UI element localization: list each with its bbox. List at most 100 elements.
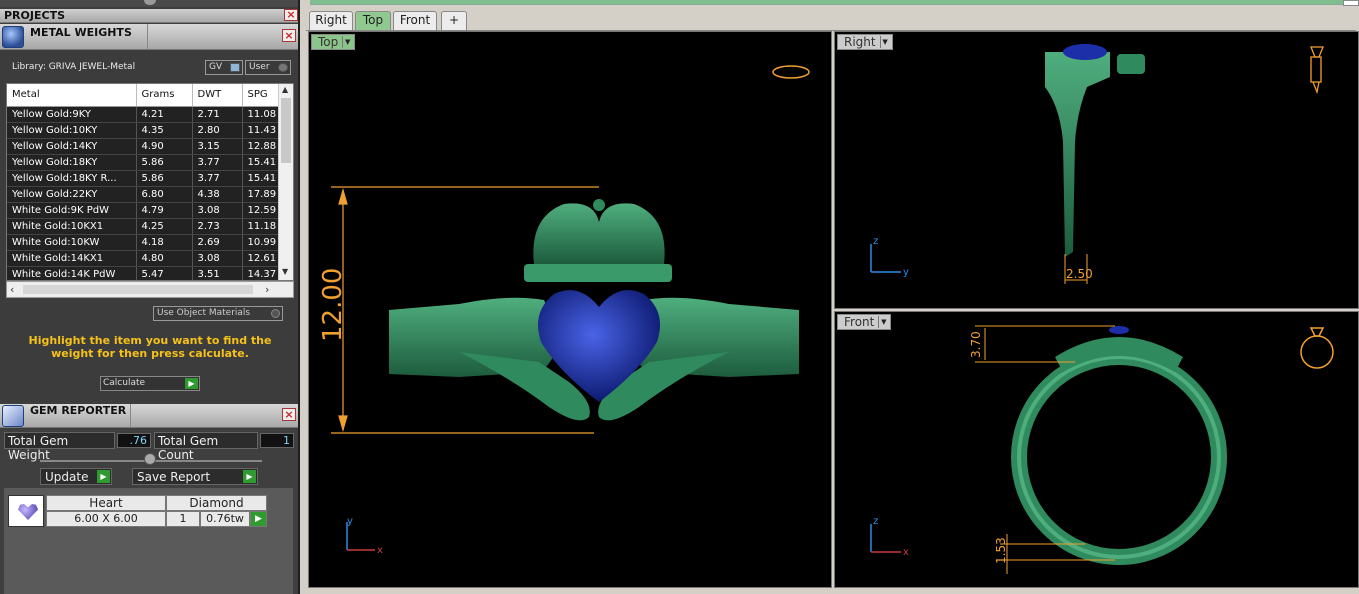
axis-indicator: z x <box>870 516 909 558</box>
table-row[interactable]: Yellow Gold:22KY 6.80 4.38 17.89 <box>7 186 283 203</box>
save-report-button[interactable]: Save Report ▶ <box>132 468 258 485</box>
spg-cell: 11.08 <box>242 106 283 123</box>
ring-front-view <box>1011 326 1227 565</box>
axis-indicator: y x <box>346 516 383 556</box>
right-viewport[interactable]: Right ▼ 2.50 z y <box>834 31 1359 309</box>
shank-dimension-label: 2.50 <box>1066 267 1093 281</box>
top-viewport[interactable]: Top ▼ 12.00 y x <box>308 31 832 588</box>
user-toggle[interactable]: User <box>245 60 291 75</box>
table-header-row: Metal Grams DWT SPG <box>7 84 283 107</box>
scroll-left-icon[interactable]: ‹ <box>10 283 14 296</box>
gem-reporter-title: GEM REPORTER <box>30 404 127 417</box>
metal-weights-close-button[interactable]: × <box>282 29 296 42</box>
column-header-dwt[interactable]: DWT <box>192 84 243 107</box>
table-row[interactable]: White Gold:14K PdW 5.47 3.51 14.37 <box>7 266 283 280</box>
metal-cell: White Gold:10KW <box>7 234 137 251</box>
dwt-cell: 3.51 <box>192 266 243 280</box>
calculate-button[interactable]: Calculate ▶ <box>100 376 200 391</box>
axis-indicator: z y <box>870 236 909 278</box>
dwt-cell: 2.73 <box>192 218 243 235</box>
gem-reporter-header[interactable]: GEM REPORTER × <box>0 404 300 428</box>
table-row[interactable]: White Gold:10KW 4.18 2.69 10.99 <box>7 234 283 251</box>
gem-reporter-icon <box>2 405 24 427</box>
hscroll-thumb[interactable] <box>23 285 253 294</box>
table-row[interactable]: Yellow Gold:14KY 4.90 3.15 12.88 <box>7 138 283 155</box>
grams-cell: 5.86 <box>136 170 193 187</box>
spg-cell: 11.18 <box>242 218 283 235</box>
tab-front[interactable]: Front <box>393 11 437 30</box>
header-divider <box>147 24 148 49</box>
grams-cell: 6.80 <box>136 186 193 203</box>
play-icon: ▶ <box>97 470 110 483</box>
grams-cell: 4.80 <box>136 250 193 267</box>
svg-text:y: y <box>903 267 909 278</box>
table-row[interactable]: White Gold:14KX1 4.80 3.08 12.61 <box>7 250 283 267</box>
play-icon: ▶ <box>243 470 256 483</box>
gv-toggle-switch[interactable] <box>230 63 240 72</box>
gem-count-cell: 1 <box>166 511 200 527</box>
metal-weights-icon <box>2 26 24 48</box>
metal-weights-table[interactable]: Metal Grams DWT SPG Yellow Gold:9KY 4.21 2… <box>6 83 294 281</box>
metal-cell: White Gold:14K PdW <box>7 266 137 280</box>
scroll-thumb[interactable] <box>281 98 291 163</box>
dwt-cell: 3.77 <box>192 170 243 187</box>
gv-toggle[interactable]: GV <box>205 60 243 75</box>
window-corner <box>1343 0 1359 6</box>
gem-weight-cell: 0.76tw <box>200 511 250 527</box>
gem-slider-knob[interactable] <box>144 453 156 465</box>
table-horizontal-scrollbar[interactable]: ‹ › <box>6 281 294 298</box>
use-object-materials-switch[interactable] <box>271 309 280 318</box>
top-view-render: 12.00 y x <box>318 65 810 556</box>
gv-toggle-label: GV <box>209 62 223 72</box>
table-row[interactable]: Yellow Gold:18KY 5.86 3.77 15.41 <box>7 154 283 171</box>
dwt-cell: 3.77 <box>192 154 243 171</box>
front-viewport[interactable]: Front ▼ 3.70 1.53 z x <box>834 311 1359 588</box>
scroll-right-icon[interactable]: › <box>265 283 269 296</box>
gem-shape-header: Heart <box>46 495 166 511</box>
spg-cell: 12.61 <box>242 250 283 267</box>
tab-top[interactable]: Top <box>355 11 391 30</box>
dwt-cell: 3.08 <box>192 250 243 267</box>
height-dimension-label: 12.00 <box>318 268 348 342</box>
heart-gem-thumbnail[interactable] <box>8 495 44 527</box>
gem-size-cell: 6.00 X 6.00 <box>46 511 166 527</box>
ring-orientation-icon <box>1300 327 1334 369</box>
tab-right[interactable]: Right <box>309 11 353 30</box>
metal-cell: White Gold:10KX1 <box>7 218 137 235</box>
update-button[interactable]: Update ▶ <box>40 468 112 485</box>
projects-close-button[interactable]: × <box>284 9 298 21</box>
total-gem-count-label: Total Gem Count <box>154 432 258 462</box>
gem-reporter-close-button[interactable]: × <box>282 408 296 421</box>
play-icon: ▶ <box>185 378 198 389</box>
metal-weights-header[interactable]: METAL WEIGHTS × <box>0 24 300 50</box>
ring-orientation-icon <box>1310 46 1324 95</box>
table-row[interactable]: White Gold:10KX1 4.25 2.73 11.18 <box>7 218 283 235</box>
column-header-metal[interactable]: Metal <box>7 84 137 107</box>
metal-cell: Yellow Gold:18KY <box>7 154 137 171</box>
metal-cell: Yellow Gold:9KY <box>7 106 137 123</box>
column-header-grams[interactable]: Grams <box>136 84 193 107</box>
grams-cell: 4.79 <box>136 202 193 219</box>
bottom-dimension-label: 1.53 <box>994 537 1008 564</box>
metal-cell: White Gold:9K PdW <box>7 202 137 219</box>
user-toggle-switch[interactable] <box>278 63 288 72</box>
projects-panel-header[interactable]: PROJECTS × <box>0 9 300 23</box>
scroll-down-icon[interactable]: ▼ <box>282 267 288 276</box>
table-row[interactable]: Yellow Gold:10KY 4.35 2.80 11.43 <box>7 122 283 139</box>
table-row[interactable]: Yellow Gold:18KY R... 5.86 3.77 15.41 <box>7 170 283 187</box>
column-header-spg[interactable]: SPG <box>242 84 283 107</box>
table-row[interactable]: Yellow Gold:9KY 4.21 2.71 11.08 <box>7 106 283 123</box>
gem-row-play-icon[interactable]: ▶ <box>250 511 267 527</box>
viewport-area: Right Top Front + Top ▼ 12.00 y x Right … <box>300 0 1359 594</box>
scroll-up-icon[interactable]: ▲ <box>282 85 288 94</box>
table-vertical-scrollbar[interactable]: ▲ ▼ <box>278 84 293 280</box>
calculate-label: Calculate <box>103 378 146 388</box>
projects-title: PROJECTS <box>4 9 65 22</box>
metal-cell: Yellow Gold:22KY <box>7 186 137 203</box>
table-row[interactable]: White Gold:9K PdW 4.79 3.08 12.59 <box>7 202 283 219</box>
grams-cell: 4.21 <box>136 106 193 123</box>
metal-cell: Yellow Gold:10KY <box>7 122 137 139</box>
add-tab-button[interactable]: + <box>441 11 467 30</box>
dwt-cell: 3.08 <box>192 202 243 219</box>
use-object-materials-toggle[interactable]: Use Object Materials <box>153 306 283 321</box>
